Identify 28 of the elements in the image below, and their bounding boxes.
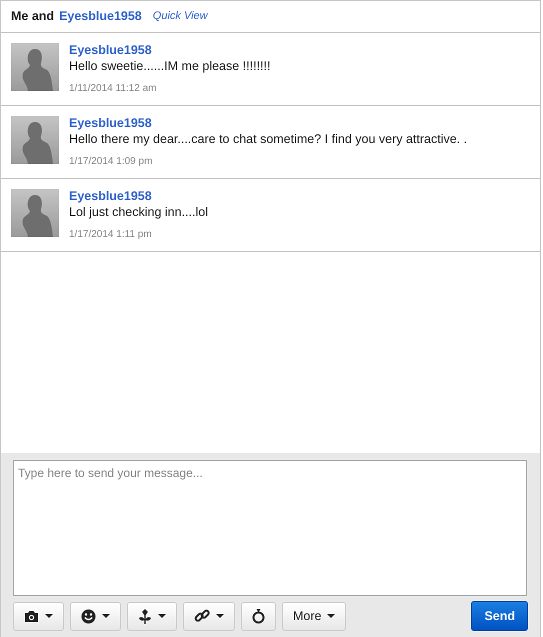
- message-time: 1/11/2014 11:12 am: [69, 82, 158, 96]
- ring-button[interactable]: [241, 602, 276, 630]
- message-time: 1/17/2014 1:11 pm: [69, 228, 153, 242]
- header-title: Me and: [11, 8, 54, 26]
- flower-button[interactable]: [127, 602, 177, 630]
- camera-icon: [24, 610, 39, 622]
- send-button[interactable]: Send: [471, 601, 528, 631]
- avatar-icon: [11, 189, 59, 237]
- ring-icon: [252, 608, 265, 624]
- flower-icon: [138, 608, 152, 624]
- sender-name[interactable]: Eyesblue1958: [69, 43, 270, 58]
- contact-name: Eyesblue1958: [59, 8, 142, 26]
- quick-view-link[interactable]: Quick View: [152, 8, 208, 25]
- link-button[interactable]: [183, 602, 235, 630]
- message-text: Hello sweetie......IM me please !!!!!!!!: [69, 58, 270, 75]
- smiley-button[interactable]: [70, 602, 121, 630]
- more-button[interactable]: More: [282, 602, 346, 630]
- smiley-icon: [81, 608, 96, 624]
- sender-name[interactable]: Eyesblue1958: [69, 116, 468, 131]
- sender-name[interactable]: Eyesblue1958: [69, 189, 208, 204]
- message-text: Hello there my dear....care to chat sometime? I find you very attractive. .: [69, 131, 468, 148]
- message-input[interactable]: Type here to send your message...: [13, 460, 527, 596]
- message-text: Lol just checking inn....lol: [69, 204, 208, 221]
- message-time: 1/17/2014 1:09 pm: [69, 155, 154, 169]
- avatar-icon: [11, 116, 59, 164]
- camera-button[interactable]: [13, 602, 64, 630]
- link-icon: [194, 608, 210, 624]
- avatar-icon: [11, 43, 59, 91]
